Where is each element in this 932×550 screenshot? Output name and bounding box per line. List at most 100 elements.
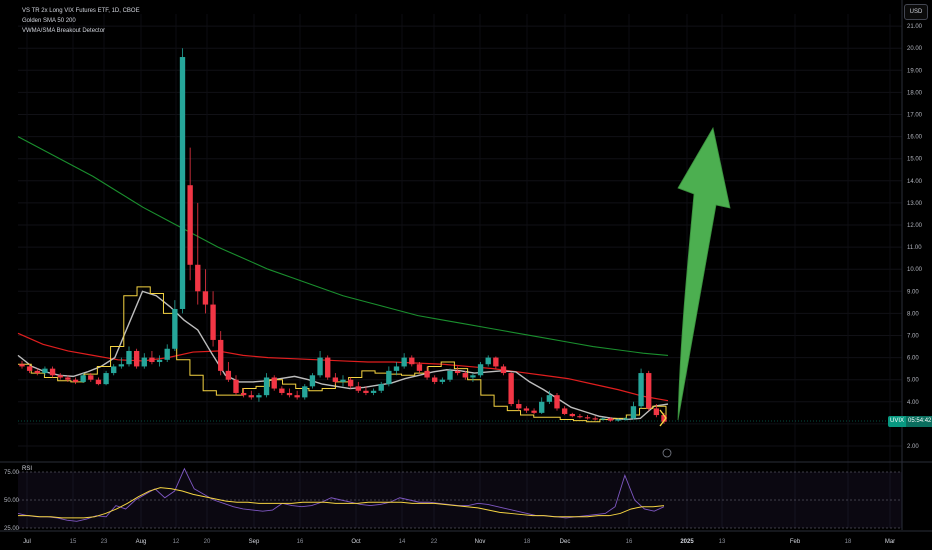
candle-body [263, 377, 270, 396]
candle-body [424, 370, 430, 378]
symbol-title[interactable]: VS TR 2x Long VIX Futures ETF, 1D, CBOE [22, 6, 140, 16]
price-tick-label: 6.00 [907, 356, 919, 362]
candle-body [370, 390, 377, 393]
candle-body [156, 359, 163, 363]
candle-body [80, 375, 86, 382]
candle-body [439, 379, 446, 382]
candle-body [393, 366, 400, 371]
candle-body [256, 395, 262, 398]
candle-body [202, 291, 209, 305]
chart-legend: VS TR 2x Long VIX Futures ETF, 1D, CBOE … [22, 6, 140, 36]
candle-body [279, 388, 285, 393]
candle-body [294, 395, 300, 398]
candle-body [49, 368, 56, 376]
candle-body [302, 386, 308, 398]
candle-body [401, 357, 407, 367]
candle-body [42, 368, 48, 374]
candle-body [340, 379, 346, 382]
candle-body [416, 364, 423, 371]
price-tick-label: 12.00 [907, 223, 923, 229]
rsi-tick-label: 25.00 [4, 526, 20, 532]
rsi-title[interactable]: RSI [22, 466, 32, 472]
price-tick-label: 4.00 [907, 400, 919, 406]
candle-body [378, 384, 384, 391]
candle-body [577, 416, 583, 418]
candle-body [462, 373, 468, 378]
candle-body [539, 401, 545, 413]
time-tick-label: 18 [845, 539, 852, 545]
price-tick-label: 21.00 [907, 24, 923, 30]
time-tick-label: Aug [136, 539, 147, 545]
candle-body [584, 417, 591, 419]
candle-body [623, 418, 629, 420]
last-price-symbol: UVIX [890, 418, 905, 424]
candle-body [149, 357, 155, 363]
candle-body [240, 392, 247, 396]
currency-button[interactable]: USD [904, 4, 928, 20]
candle-body [187, 185, 193, 265]
time-tick-label: Mar [885, 539, 895, 545]
price-tick-label: 18.00 [907, 90, 923, 96]
candle-body [363, 390, 369, 393]
time-tick-label: 23 [101, 539, 108, 545]
candle-body [500, 366, 507, 374]
candle-body [470, 375, 476, 378]
price-tick-label: 20.00 [907, 46, 923, 52]
candle-body [126, 350, 132, 365]
bar-countdown: 05:54:42 [906, 416, 932, 427]
price-tick-label: 14.00 [907, 179, 923, 185]
candle-body [233, 379, 239, 393]
candle-body [347, 379, 354, 387]
indicator-label-golden-sma[interactable]: Golden SMA 50 200 [22, 16, 140, 26]
price-tick-label: 11.00 [907, 245, 922, 251]
candle-body [65, 377, 71, 380]
candle-body [546, 395, 553, 402]
candle-body [111, 366, 117, 374]
candle-body [26, 366, 33, 371]
candle-body [118, 364, 125, 367]
time-tick-label: 12 [173, 539, 180, 545]
rsi-tick-label: 50.00 [4, 498, 20, 504]
chart-background [0, 0, 932, 550]
candle-body [286, 392, 293, 396]
candle-body [638, 373, 644, 407]
time-tick-label: 15 [70, 539, 77, 545]
candle-body [531, 410, 537, 413]
time-tick-label: Sep [249, 539, 260, 545]
time-tick-label: Jul [23, 539, 31, 545]
candle-body [523, 408, 530, 411]
candle-body [164, 348, 170, 360]
candle-body [653, 408, 660, 416]
candle-body [554, 395, 560, 409]
candle-body [195, 264, 201, 292]
time-tick-label: Nov [475, 539, 486, 545]
indicator-label-vwma-breakout[interactable]: VWMA/SMA Breakout Detector [22, 26, 140, 36]
candle-body [355, 386, 361, 391]
candle-body [477, 364, 484, 376]
time-tick-label: 18 [524, 539, 531, 545]
price-tick-label: 7.00 [907, 334, 919, 340]
time-tick-label: Dec [560, 539, 571, 545]
price-tick-label: 5.00 [907, 378, 919, 384]
price-tick-label: 10.00 [907, 267, 923, 273]
candle-body [172, 308, 178, 349]
candle-body [309, 375, 316, 387]
time-tick-label: 2025 [680, 539, 694, 545]
price-tick-label: 15.00 [907, 157, 923, 163]
candle-body [225, 370, 232, 380]
last-price-tag: UVIX 05:54:42 [888, 416, 932, 427]
time-tick-label: Oct [351, 539, 361, 545]
price-tick-label: 13.00 [907, 201, 923, 207]
candle-body [615, 419, 621, 421]
candle-body [646, 373, 652, 409]
time-tick-label: 20 [204, 539, 211, 545]
chart-canvas[interactable]: 2.003.004.005.006.007.008.009.0010.0011.… [0, 0, 932, 550]
candle-body [485, 357, 491, 365]
candle-body [516, 404, 522, 409]
candle-body [561, 408, 568, 414]
candle-body [72, 379, 79, 382]
candle-body [57, 375, 63, 378]
candle-body [569, 413, 575, 417]
time-tick-label: Feb [790, 539, 801, 545]
price-tick-label: 9.00 [907, 289, 919, 295]
